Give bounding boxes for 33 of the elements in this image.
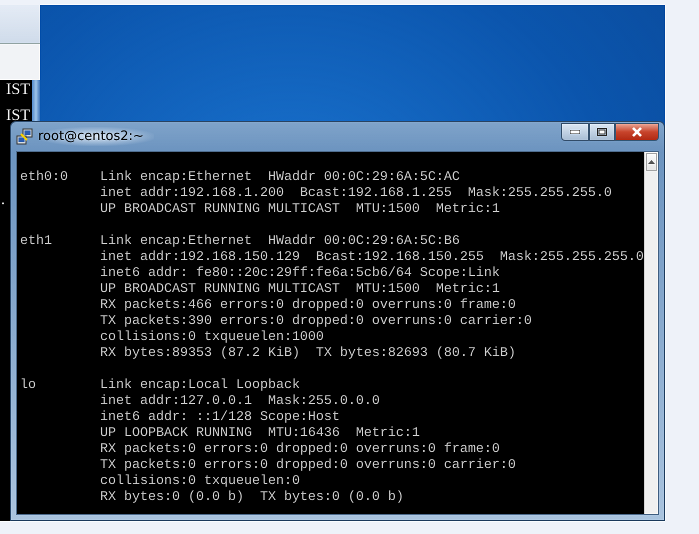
terminal-line: collisions:0 txqueuelen:0 [98, 474, 301, 490]
terminal-line: RX bytes:0 (0.0 b) TX bytes:0 (0.0 b) [98, 490, 405, 506]
terminal-line: UP BROADCAST RUNNING MULTICAST MTU:1500 Metric:1 [98, 202, 501, 218]
terminal-line: RX packets:0 errors:0 dropped:0 overruns:0 frame:0 [98, 442, 501, 458]
maximize-icon [597, 128, 607, 136]
terminal-line: UP BROADCAST RUNNING MULTICAST MTU:1500 Metric:1 [98, 282, 501, 298]
terminal-line: inet addr:192.168.150.129 Bcast:192.168.150.255 Mask:255.255.255.0 [98, 250, 644, 266]
minimize-icon [570, 130, 580, 134]
window-title: root@centos2:~ [38, 127, 154, 146]
terminal-line: TX packets:390 errors:0 dropped:0 overruns:0 carrier:0 [98, 314, 533, 330]
terminal-line: inet6 addr: ::1/128 Scope:Host [98, 410, 341, 426]
terminal-text: IST [6, 82, 30, 98]
scrollbar[interactable] [644, 152, 658, 514]
terminal-line: eth0:0 Link encap:Ethernet HWaddr 00:0C:29:6A:5C:AC [20, 170, 461, 186]
terminal-line: eth1 Link encap:Ethernet HWaddr 00:0C:29:6A:5C:B6 [20, 234, 461, 250]
terminal-line: inet addr:192.168.1.200 Bcast:192.168.1.255 Mask:255.255.255.0 [98, 186, 613, 202]
terminal-text: . [1, 192, 5, 208]
window-frame [0, 5, 40, 44]
terminal-line: TX packets:0 errors:0 dropped:0 overruns:0 carrier:0 [98, 458, 517, 474]
minimize-button[interactable] [561, 123, 589, 141]
close-button[interactable] [615, 123, 659, 141]
close-icon [631, 127, 643, 137]
terminal-line: RX packets:466 errors:0 dropped:0 overruns:0 frame:0 [98, 298, 517, 314]
terminal-line: inet6 addr: fe80::20c:29ff:fe6a:5cb6/64 Scope:Link [98, 266, 501, 282]
terminal-line: RX bytes:89353 (87.2 KiB) TX bytes:82693 (80.7 KiB) [98, 346, 517, 362]
terminal-line: inet addr:127.0.0.1 Mask:255.0.0.0 [98, 394, 381, 410]
terminal-text: IST [6, 108, 30, 124]
terminal-line: UP LOOPBACK RUNNING MTU:16436 Metric:1 [98, 426, 421, 442]
maximize-button[interactable] [589, 123, 615, 141]
terminal-line: lo Link encap:Local Loopback [20, 378, 301, 394]
terminal-line: collisions:0 txqueuelen:1000 [98, 330, 325, 346]
scroll-up-icon [648, 160, 655, 164]
computers-icon [16, 128, 34, 146]
